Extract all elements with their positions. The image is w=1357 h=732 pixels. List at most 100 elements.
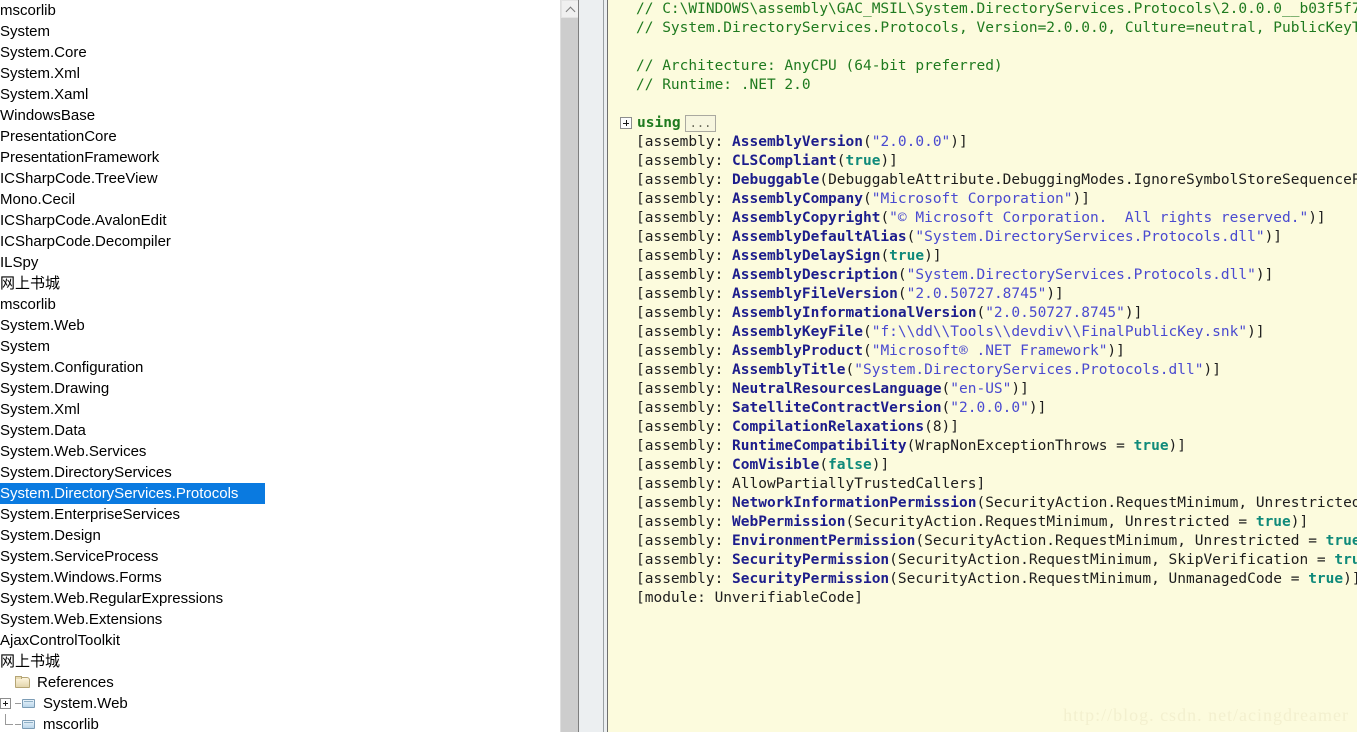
- code-line: [assembly: EnvironmentPermission(Securit…: [608, 532, 1357, 551]
- expand-plus-icon[interactable]: [620, 117, 632, 129]
- code-token-attr: AssemblyDelaySign: [732, 248, 881, 264]
- tree-item-icsharpcode-treeview[interactable]: ICSharpCode.TreeView: [0, 168, 578, 189]
- tree-item-system[interactable]: System: [0, 336, 578, 357]
- expand-plus-icon[interactable]: [0, 698, 11, 709]
- code-token-plain: )]: [1011, 381, 1029, 397]
- tree-item-system-core[interactable]: System.Core: [0, 42, 578, 63]
- tree-scrollbar-thumb[interactable]: [561, 18, 578, 732]
- tree-item-system-enterpriseservices[interactable]: System.EnterpriseServices: [0, 504, 578, 525]
- code-token-attr: AssemblyInformationalVersion: [732, 305, 977, 321]
- tree-item-system[interactable]: System: [0, 21, 578, 42]
- code-token-plain: [assembly:: [636, 343, 733, 359]
- scroll-up-button[interactable]: [561, 0, 578, 18]
- tree-item-label: mscorlib: [0, 2, 56, 19]
- code-token-attr: ComVisible: [732, 457, 820, 473]
- tree-item-mscorlib[interactable]: mscorlib: [0, 0, 578, 21]
- tree-item-system-xml[interactable]: System.Xml: [0, 399, 578, 420]
- tree-item-[interactable]: 网上书城: [0, 651, 578, 672]
- code-line: [assembly: AssemblyInformationalVersion(…: [608, 304, 1357, 323]
- tree-item-system-web[interactable]: System.Web: [0, 693, 578, 714]
- tree-item-presentationcore[interactable]: PresentationCore: [0, 126, 578, 147]
- code-token-plain: (: [897, 267, 907, 283]
- code-token-comment: // Architecture: AnyCPU (64-bit preferre…: [636, 58, 1003, 74]
- tree-item-mscorlib[interactable]: mscorlib: [0, 714, 578, 732]
- code-token-plain: [assembly:: [636, 324, 733, 340]
- tree-item-label: mscorlib: [0, 296, 56, 313]
- tree-item-label: PresentationCore: [0, 128, 117, 145]
- tree-item-system-serviceprocess[interactable]: System.ServiceProcess: [0, 546, 578, 567]
- code-token-plain: [assembly: AllowPartiallyTrustedCallers]: [636, 476, 986, 492]
- code-token-plain: (: [862, 191, 872, 207]
- tree-item-presentationframework[interactable]: PresentationFramework: [0, 147, 578, 168]
- tree-item-system-xml[interactable]: System.Xml: [0, 63, 578, 84]
- tree-item-label: WindowsBase: [0, 107, 96, 124]
- tree-item-system-xaml[interactable]: System.Xaml: [0, 84, 578, 105]
- pane-splitter[interactable]: [578, 0, 608, 732]
- tree-item-mscorlib[interactable]: mscorlib: [0, 294, 578, 315]
- code-token-plain: (: [836, 153, 846, 169]
- tree-item-system-web-services[interactable]: System.Web.Services: [0, 441, 578, 462]
- tree-item-icsharpcode-decompiler[interactable]: ICSharpCode.Decompiler: [0, 231, 578, 252]
- tree-item-ajaxcontroltoolkit[interactable]: AjaxControlToolkit: [0, 630, 578, 651]
- tree-item-icsharpcode-avalonedit[interactable]: ICSharpCode.AvalonEdit: [0, 210, 578, 231]
- tree-item-[interactable]: 网上书城: [0, 273, 578, 294]
- tree-item-label: System.Web: [0, 317, 85, 334]
- tree-item-label: System.Xml: [0, 65, 81, 82]
- assembly-tree-list[interactable]: mscorlib System System.Core System.Xml Syste…: [0, 0, 578, 732]
- code-line: [assembly: NetworkInformationPermission(…: [608, 494, 1357, 513]
- code-token-plain: [assembly:: [636, 210, 733, 226]
- tree-item-label: ICSharpCode.TreeView: [0, 170, 158, 187]
- code-token-attr: AssemblyDescription: [732, 267, 898, 283]
- code-token-plain: )]: [1203, 362, 1221, 378]
- code-token-plain: (: [862, 324, 872, 340]
- tree-item-ilspy[interactable]: ILSpy: [0, 252, 578, 273]
- code-token-attr: Debuggable: [732, 172, 820, 188]
- code-token-plain: )]: [871, 457, 890, 473]
- watermark-text: http://blog. csdn. net/acingdreamer: [1063, 705, 1349, 725]
- tree-item-references[interactable]: References: [0, 672, 578, 693]
- tree-item-label: AjaxControlToolkit: [0, 632, 121, 649]
- code-token-plain: )]: [880, 153, 898, 169]
- code-token-plain: )]: [1072, 191, 1090, 207]
- code-token-plain: (DebuggableAttribute.DebuggingModes.Igno…: [819, 172, 1357, 188]
- tree-item-system-design[interactable]: System.Design: [0, 525, 578, 546]
- code-token-keyword: true: [1133, 438, 1169, 454]
- code-token-plain: [assembly:: [636, 457, 733, 473]
- code-token-plain: (8)]: [924, 419, 960, 435]
- tree-item-label: System.DirectoryServices: [0, 464, 172, 481]
- code-line: [assembly: ComVisible(false)]: [608, 456, 1357, 475]
- tree-item-system-directoryservices-protocols[interactable]: System.DirectoryServices.Protocols: [0, 483, 265, 504]
- tree-item-windowsbase[interactable]: WindowsBase: [0, 105, 578, 126]
- code-token-plain: )]: [1124, 305, 1143, 321]
- tree-vertical-scrollbar[interactable]: [560, 0, 578, 732]
- tree-item-system-web[interactable]: System.Web: [0, 315, 578, 336]
- code-token-string: "Microsoft Corporation": [871, 191, 1073, 207]
- code-token-plain: )]: [924, 248, 942, 264]
- decompiled-code-view[interactable]: // C:\WINDOWS\assembly\GAC_MSIL\System.D…: [608, 0, 1357, 732]
- tree-item-system-configuration[interactable]: System.Configuration: [0, 357, 578, 378]
- code-token-string: "© Microsoft Corporation. All rights res…: [889, 210, 1309, 226]
- tree-item-label: System.Drawing: [0, 380, 110, 397]
- assembly-icon: [21, 697, 37, 710]
- tree-item-system-web-extensions[interactable]: System.Web.Extensions: [0, 609, 578, 630]
- tree-item-system-web-regularexpressions[interactable]: System.Web.RegularExpressions: [0, 588, 578, 609]
- tree-item-label: 网上书城: [0, 275, 61, 292]
- code-token-attr: RuntimeCompatibility: [732, 438, 907, 454]
- code-token-plain: )]: [1264, 229, 1283, 245]
- code-token-plain: (: [862, 134, 872, 150]
- tree-item-mono-cecil[interactable]: Mono.Cecil: [0, 189, 578, 210]
- collapsed-region-ellipsis[interactable]: ...: [684, 114, 717, 132]
- code-token-plain: )]: [1255, 267, 1274, 283]
- code-token-string: "2.0.0.0": [871, 134, 951, 150]
- code-token-attr: AssemblyDefaultAlias: [732, 229, 907, 245]
- code-token-plain: (: [880, 248, 890, 264]
- code-token-attr: CompilationRelaxations: [732, 419, 925, 435]
- code-token-plain: [assembly:: [636, 267, 733, 283]
- tree-item-system-directoryservices[interactable]: System.DirectoryServices: [0, 462, 578, 483]
- tree-item-label: System.Data: [0, 422, 86, 439]
- code-token-keyword: true: [1308, 571, 1344, 587]
- tree-item-system-data[interactable]: System.Data: [0, 420, 578, 441]
- tree-item-system-drawing[interactable]: System.Drawing: [0, 378, 578, 399]
- tree-item-label: System.Xml: [0, 401, 81, 418]
- tree-item-system-windows-forms[interactable]: System.Windows.Forms: [0, 567, 578, 588]
